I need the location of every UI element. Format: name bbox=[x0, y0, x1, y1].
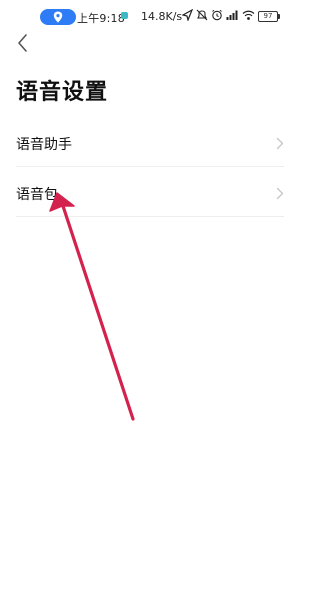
status-bar: 上午9:18 14.8K/s 97 bbox=[0, 0, 300, 34]
chevron-right-icon bbox=[276, 187, 284, 200]
chevron-right-icon bbox=[276, 137, 284, 150]
mute-icon bbox=[196, 9, 208, 21]
settings-item-voice-assistant[interactable]: 语音助手 bbox=[0, 122, 300, 166]
back-button[interactable] bbox=[12, 32, 34, 54]
settings-item-voice-pack[interactable]: 语音包 bbox=[0, 172, 300, 216]
alarm-icon bbox=[212, 9, 222, 21]
send-icon bbox=[182, 9, 193, 21]
location-indicator[interactable] bbox=[40, 9, 76, 25]
settings-item-label: 语音包 bbox=[16, 187, 58, 203]
battery-icon: 97 bbox=[258, 11, 280, 22]
signal-icon bbox=[226, 10, 238, 20]
divider bbox=[16, 216, 284, 217]
page-title: 语音设置 bbox=[16, 80, 109, 105]
network-speed: 14.8K/s bbox=[141, 10, 183, 23]
status-time: 上午9:18 bbox=[77, 12, 125, 25]
location-icon bbox=[53, 11, 63, 23]
divider bbox=[16, 166, 284, 167]
chevron-left-icon bbox=[18, 34, 27, 52]
settings-item-label: 语音助手 bbox=[16, 137, 72, 153]
wifi-icon bbox=[242, 10, 255, 20]
notification-dot bbox=[121, 12, 128, 19]
